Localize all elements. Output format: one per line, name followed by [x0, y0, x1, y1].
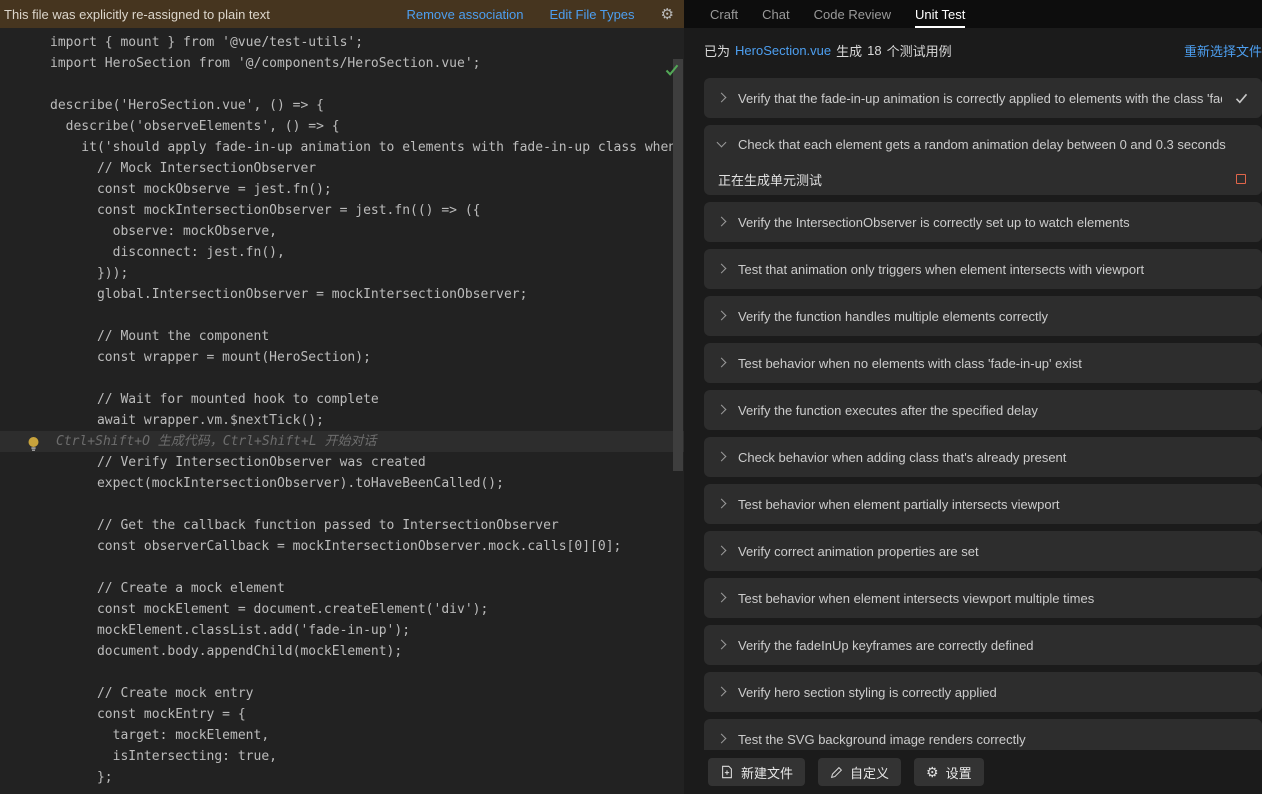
test-case-row[interactable]: Check behavior when adding class that's …	[704, 437, 1262, 477]
plain-text-banner: This file was explicitly re-assigned to …	[0, 0, 684, 28]
tab-chat[interactable]: Chat	[762, 0, 789, 28]
tab-code-review[interactable]: Code Review	[814, 0, 891, 28]
panel-tabs: Craft Chat Code Review Unit Test	[684, 0, 1262, 28]
editor-scrollbar-thumb[interactable]	[673, 59, 683, 471]
tab-craft[interactable]: Craft	[710, 0, 738, 28]
assistant-panel: Craft Chat Code Review Unit Test 已为 Hero…	[684, 0, 1262, 794]
test-case-row[interactable]: Test the SVG background image renders co…	[704, 719, 1262, 750]
test-passed-check-icon	[1235, 93, 1248, 104]
inline-ai-hint: Ctrl+Shift+O 生成代码，Ctrl+Shift+L 开始对话	[56, 431, 377, 452]
editor-scrollbar[interactable]	[672, 56, 684, 794]
chevron-right-icon	[717, 217, 727, 227]
test-case-row[interactable]: Verify the function handles multiple ele…	[704, 296, 1262, 336]
summary-bar: 已为 HeroSection.vue 生成 18 个测试用例 重新选择文件	[684, 28, 1262, 72]
remove-association-link[interactable]: Remove association	[406, 7, 523, 22]
test-case-row[interactable]: Test behavior when no elements with clas…	[704, 343, 1262, 383]
new-file-button[interactable]: 新建文件	[708, 758, 805, 786]
chevron-right-icon	[717, 405, 727, 415]
test-case-row[interactable]: Verify the IntersectionObserver is corre…	[704, 202, 1262, 242]
file-link[interactable]: HeroSection.vue	[735, 43, 831, 58]
summary-mid: 生成	[836, 41, 862, 60]
reselect-files-link[interactable]: 重新选择文件	[1184, 41, 1262, 60]
chevron-right-icon	[717, 640, 727, 650]
test-case-row[interactable]: Test behavior when element intersects vi…	[704, 578, 1262, 618]
chevron-right-icon	[717, 311, 727, 321]
generating-status-text: 正在生成单元测试	[718, 170, 822, 189]
editor-pane: This file was explicitly re-assigned to …	[0, 0, 684, 794]
code-block-before: import { mount } from '@vue/test-utils';…	[0, 28, 684, 431]
chevron-right-icon	[717, 358, 727, 368]
test-count: 18	[867, 43, 881, 58]
test-case-row[interactable]: Verify that the fade-in-up animation is …	[704, 78, 1262, 118]
panel-footer: 新建文件 自定义 ⚙ 设置	[684, 750, 1262, 794]
stop-generation-button[interactable]	[1236, 174, 1246, 184]
chevron-right-icon	[717, 734, 727, 744]
chevron-right-icon	[717, 593, 727, 603]
test-case-row-expanded[interactable]: Check that each element gets a random an…	[704, 125, 1262, 195]
current-line-highlight: Ctrl+Shift+O 生成代码，Ctrl+Shift+L 开始对话	[0, 431, 684, 452]
inspection-ok-icon	[665, 64, 679, 76]
new-file-icon	[720, 765, 734, 779]
test-case-body: 正在生成单元测试	[704, 163, 1262, 195]
code-block-after: // Verify IntersectionObserver was creat…	[0, 452, 684, 788]
tab-unit-test[interactable]: Unit Test	[915, 0, 965, 28]
code-editor[interactable]: import { mount } from '@vue/test-utils';…	[0, 28, 684, 794]
summary-prefix: 已为	[704, 41, 730, 60]
edit-file-types-link[interactable]: Edit File Types	[550, 7, 635, 22]
test-case-list: Verify that the fade-in-up animation is …	[684, 72, 1262, 750]
intention-lightbulb-icon[interactable]	[27, 436, 40, 452]
chevron-right-icon	[717, 499, 727, 509]
test-case-row[interactable]: Verify hero section styling is correctly…	[704, 672, 1262, 712]
chevron-right-icon	[717, 687, 727, 697]
test-case-row[interactable]: Test behavior when element partially int…	[704, 484, 1262, 524]
settings-button[interactable]: ⚙ 设置	[914, 758, 984, 786]
app-root: This file was explicitly re-assigned to …	[0, 0, 1262, 794]
summary-tail: 个测试用例	[887, 41, 952, 60]
pencil-icon	[830, 766, 843, 779]
test-case-row[interactable]: Verify the function executes after the s…	[704, 390, 1262, 430]
test-case-header[interactable]: Check that each element gets a random an…	[704, 125, 1262, 163]
banner-actions: Remove association Edit File Types ⚙	[406, 7, 674, 22]
test-case-row[interactable]: Test that animation only triggers when e…	[704, 249, 1262, 289]
chevron-right-icon	[717, 93, 727, 103]
chevron-right-icon	[717, 546, 727, 556]
banner-settings-gear-icon[interactable]: ⚙	[661, 7, 674, 22]
test-case-row[interactable]: Verify the fadeInUp keyframes are correc…	[704, 625, 1262, 665]
chevron-right-icon	[717, 264, 727, 274]
chevron-down-icon	[717, 137, 727, 147]
customize-button[interactable]: 自定义	[818, 758, 901, 786]
banner-message: This file was explicitly re-assigned to …	[4, 7, 270, 22]
test-case-row[interactable]: Verify correct animation properties are …	[704, 531, 1262, 571]
chevron-right-icon	[717, 452, 727, 462]
gear-icon: ⚙	[926, 765, 939, 779]
